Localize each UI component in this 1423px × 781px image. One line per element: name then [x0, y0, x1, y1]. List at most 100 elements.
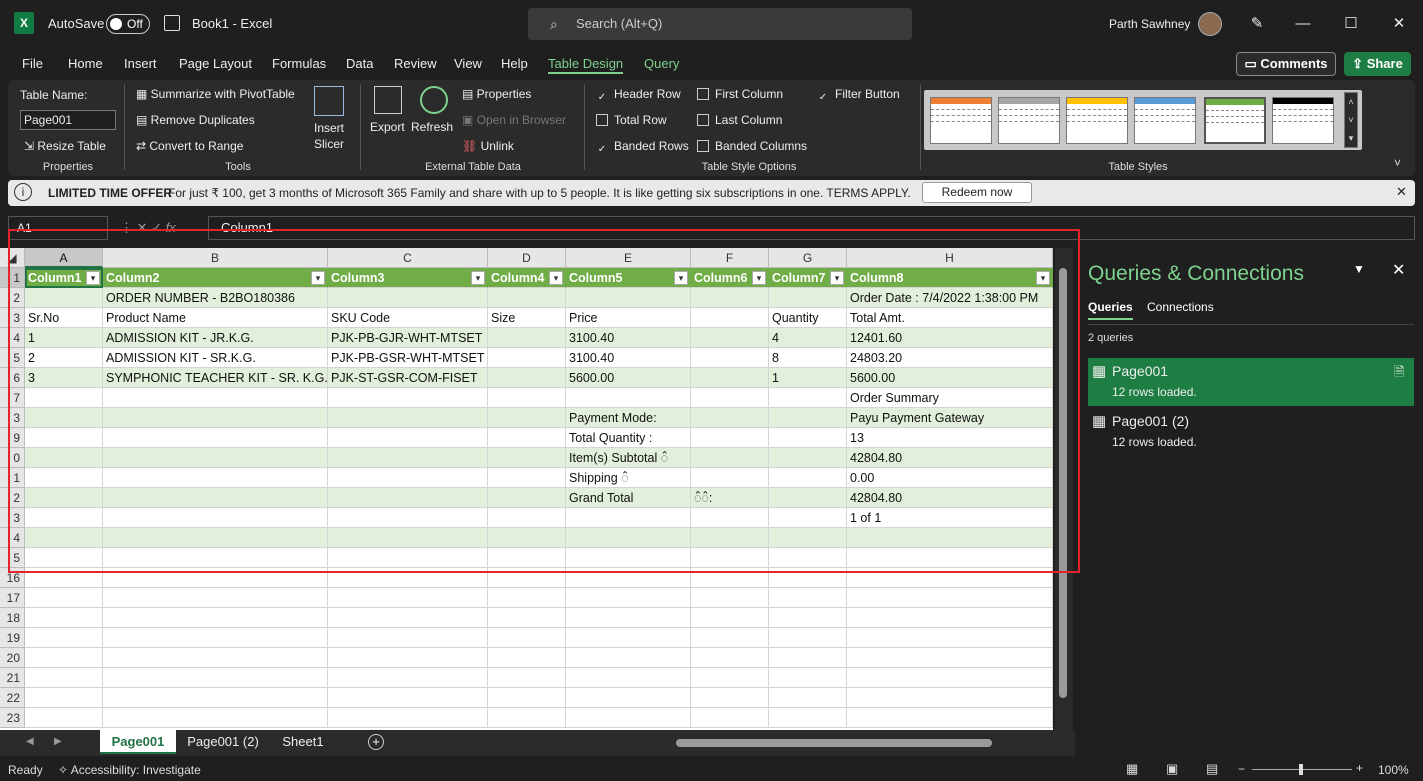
filter-dropdown-icon[interactable]: ▾	[1036, 271, 1050, 285]
table-cell[interactable]	[488, 708, 566, 728]
table-cell[interactable]	[847, 648, 1053, 668]
refresh-button[interactable]: Refresh	[411, 120, 453, 134]
row-header[interactable]: 6	[0, 368, 25, 388]
menu-help[interactable]: Help	[501, 54, 528, 74]
table-cell[interactable]	[328, 668, 488, 688]
table-cell[interactable]: 3100.40	[566, 348, 691, 368]
tab-queries[interactable]: Queries	[1088, 300, 1133, 320]
table-cell[interactable]	[103, 388, 328, 408]
menu-page-layout[interactable]: Page Layout	[179, 54, 252, 74]
row-header[interactable]: 5	[0, 548, 25, 568]
table-header-cell[interactable]: Column4 ▾	[488, 268, 566, 288]
table-cell[interactable]	[691, 468, 769, 488]
table-cell[interactable]	[691, 608, 769, 628]
table-header-cell[interactable]: Column6 ▾	[691, 268, 769, 288]
page-break-view-icon[interactable]: ▤	[1206, 761, 1218, 777]
row-header[interactable]: 21	[0, 668, 25, 688]
table-cell[interactable]	[488, 288, 566, 308]
table-cell[interactable]	[769, 468, 847, 488]
filter-dropdown-icon[interactable]: ▾	[549, 271, 563, 285]
table-cell[interactable]	[328, 688, 488, 708]
table-cell[interactable]	[488, 608, 566, 628]
table-style-gray[interactable]	[998, 97, 1060, 144]
table-cell[interactable]	[488, 628, 566, 648]
table-cell[interactable]: Item(s) Subtotal ꠆	[566, 448, 691, 468]
next-sheet-icon[interactable]: ▶	[54, 736, 62, 747]
sheet-tab-sheet1[interactable]: Sheet1	[272, 730, 334, 754]
page-layout-view-icon[interactable]: ▣	[1166, 761, 1178, 777]
row-header[interactable]: 3	[0, 508, 25, 528]
row-header[interactable]: 3	[0, 408, 25, 428]
table-cell[interactable]	[769, 488, 847, 508]
menu-home[interactable]: Home	[68, 54, 103, 74]
column-header-h[interactable]: H	[847, 248, 1053, 268]
table-cell[interactable]	[691, 648, 769, 668]
table-cell[interactable]	[103, 528, 328, 548]
add-sheet-icon[interactable]: +	[368, 734, 384, 750]
name-box[interactable]: A1	[8, 216, 108, 240]
table-cell[interactable]: Order Summary	[847, 388, 1053, 408]
table-cell[interactable]	[691, 348, 769, 368]
table-cell[interactable]: 42804.80	[847, 488, 1053, 508]
table-cell[interactable]: Quantity	[769, 308, 847, 328]
column-header-c[interactable]: C	[328, 248, 488, 268]
table-cell[interactable]	[488, 508, 566, 528]
export-button[interactable]: Export	[370, 120, 405, 134]
header-row-checkbox[interactable]: ✓ Header Row	[596, 87, 681, 105]
table-cell[interactable]	[328, 548, 488, 568]
column-header-e[interactable]: E	[566, 248, 691, 268]
share-button[interactable]: ⇪ Share	[1344, 52, 1411, 76]
table-cell[interactable]	[691, 568, 769, 588]
comments-button[interactable]: ▭ Comments	[1236, 52, 1336, 76]
table-cell[interactable]	[769, 288, 847, 308]
table-cell[interactable]	[103, 508, 328, 528]
pane-options-icon[interactable]: ▼	[1353, 262, 1365, 276]
gallery-scroll[interactable]: ˄ ˅ ▾	[1344, 92, 1358, 148]
menu-file[interactable]: File	[22, 54, 43, 74]
table-cell[interactable]	[488, 448, 566, 468]
function-icon[interactable]: fx	[166, 220, 176, 235]
table-style-black[interactable]	[1272, 97, 1334, 144]
table-cell[interactable]	[103, 648, 328, 668]
table-header-cell[interactable]: Column1 ▾	[25, 268, 103, 288]
table-cell[interactable]	[847, 628, 1053, 648]
table-cell[interactable]	[103, 448, 328, 468]
table-cell[interactable]	[25, 408, 103, 428]
table-cell[interactable]	[25, 428, 103, 448]
menu-query[interactable]: Query	[644, 54, 679, 74]
table-cell[interactable]	[488, 348, 566, 368]
table-cell[interactable]	[847, 568, 1053, 588]
table-cell[interactable]	[488, 368, 566, 388]
table-cell[interactable]: PJK-PB-GSR-WHT-MTSET	[328, 348, 488, 368]
zoom-level[interactable]: 100%	[1378, 763, 1409, 777]
table-cell[interactable]	[328, 708, 488, 728]
column-header-f[interactable]: F	[691, 248, 769, 268]
table-cell[interactable]	[328, 588, 488, 608]
table-cell[interactable]	[488, 548, 566, 568]
row-header[interactable]: 23	[0, 708, 25, 728]
table-cell[interactable]: 42804.80	[847, 448, 1053, 468]
menu-table-design[interactable]: Table Design	[548, 54, 624, 74]
table-cell[interactable]: Total Amt.	[847, 308, 1053, 328]
table-name-input[interactable]: Page001	[20, 110, 116, 130]
filter-dropdown-icon[interactable]: ▾	[471, 271, 485, 285]
table-cell[interactable]	[328, 428, 488, 448]
row-header[interactable]: 4	[0, 328, 25, 348]
row-header[interactable]: 7	[0, 388, 25, 408]
table-cell[interactable]	[328, 608, 488, 628]
filter-dropdown-icon[interactable]: ▾	[830, 271, 844, 285]
table-cell[interactable]	[691, 548, 769, 568]
table-cell[interactable]: 13	[847, 428, 1053, 448]
table-cell[interactable]	[103, 488, 328, 508]
table-cell[interactable]	[103, 708, 328, 728]
table-cell[interactable]: 0.00	[847, 468, 1053, 488]
enter-icon[interactable]: ✓	[151, 220, 166, 235]
table-cell[interactable]	[488, 568, 566, 588]
table-style-gold[interactable]	[1066, 97, 1128, 144]
table-header-cell[interactable]: Column3 ▾	[328, 268, 488, 288]
table-cell[interactable]	[328, 508, 488, 528]
table-cell[interactable]	[25, 648, 103, 668]
table-cell[interactable]: 3100.40	[566, 328, 691, 348]
scroll-thumb[interactable]	[1059, 268, 1067, 698]
table-cell[interactable]	[328, 568, 488, 588]
